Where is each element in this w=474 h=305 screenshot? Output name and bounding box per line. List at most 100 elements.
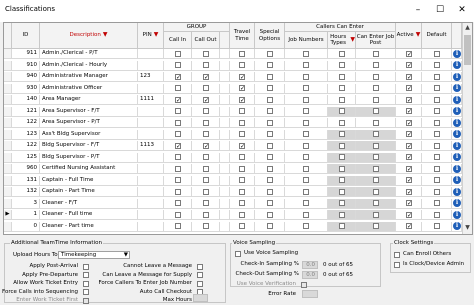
- row-checkbox[interactable]: [434, 154, 440, 160]
- row-checkbox[interactable]: [267, 142, 273, 149]
- row-checkbox[interactable]: ✓: [203, 142, 209, 149]
- cell-description[interactable]: Captain - Part Time: [40, 187, 138, 197]
- row-checkbox[interactable]: [373, 200, 379, 206]
- cell-description[interactable]: Cleaner - F/T: [40, 198, 138, 209]
- info-icon[interactable]: i: [453, 72, 461, 81]
- row-selector[interactable]: [4, 118, 12, 128]
- row-checkbox[interactable]: ✓: [406, 96, 412, 103]
- scroll-thumb[interactable]: [464, 35, 471, 65]
- row-selector[interactable]: [4, 152, 12, 163]
- cell-pin[interactable]: [138, 106, 164, 117]
- table-row[interactable]: 123 Ass't Bldg Supervisor ✓ i: [4, 129, 462, 140]
- row-checkbox[interactable]: [203, 62, 209, 68]
- error-rate-input[interactable]: [302, 290, 318, 298]
- row-checkbox[interactable]: ✓: [406, 73, 412, 80]
- info-icon[interactable]: i: [453, 210, 461, 219]
- info-icon[interactable]: i: [453, 61, 461, 69]
- row-checkbox[interactable]: [267, 73, 273, 80]
- table-row[interactable]: 911 Admin./Clerical - P/T ✓ i: [4, 49, 462, 59]
- row-checkbox[interactable]: [203, 165, 209, 172]
- table-row[interactable]: 3 Cleaner - F/T ✓ i: [4, 198, 462, 209]
- row-checkbox[interactable]: [175, 188, 181, 195]
- row-checkbox[interactable]: [267, 200, 273, 206]
- row-checkbox[interactable]: [339, 177, 345, 183]
- row-checkbox[interactable]: [373, 108, 379, 114]
- cell-pin[interactable]: [138, 175, 164, 186]
- filter-icon[interactable]: ▼: [103, 32, 108, 39]
- row-checkbox[interactable]: [339, 188, 345, 195]
- table-row[interactable]: 930 Administrative Officer ✓ ✓ i: [4, 83, 462, 94]
- row-checkbox[interactable]: [303, 119, 309, 126]
- cell-id[interactable]: 125: [12, 152, 40, 163]
- checkout-sampling-input[interactable]: 0.0: [302, 271, 318, 279]
- row-checkbox[interactable]: [434, 131, 440, 137]
- cell-pin[interactable]: [138, 152, 164, 163]
- row-selector[interactable]: [4, 49, 12, 59]
- row-checkbox[interactable]: [267, 188, 273, 195]
- info-icon[interactable]: i: [453, 164, 461, 173]
- cell-pin[interactable]: [138, 83, 164, 94]
- col-id[interactable]: ID: [12, 23, 40, 49]
- row-selector[interactable]: [4, 175, 12, 186]
- table-row[interactable]: 960 Certified Nursing Assistant ✓ i: [4, 164, 462, 174]
- row-checkbox[interactable]: [373, 119, 379, 126]
- row-checkbox[interactable]: [373, 142, 379, 149]
- cell-description[interactable]: Cleaner - Part time: [40, 221, 138, 232]
- row-checkbox[interactable]: [203, 119, 209, 126]
- col-description[interactable]: Description ▼: [40, 23, 138, 49]
- row-checkbox[interactable]: [434, 50, 440, 57]
- right-option-checkbox[interactable]: [197, 280, 203, 287]
- row-checkbox[interactable]: [239, 62, 245, 68]
- row-checkbox[interactable]: [339, 108, 345, 114]
- table-row[interactable]: 125 Bldg Supervisor - P/T ✓ i: [4, 152, 462, 163]
- row-checkbox[interactable]: [373, 85, 379, 91]
- row-checkbox[interactable]: [267, 96, 273, 103]
- row-checkbox[interactable]: ✓: [406, 131, 412, 138]
- row-checkbox[interactable]: [175, 200, 181, 206]
- row-checkbox[interactable]: [373, 50, 379, 57]
- row-checkbox[interactable]: [339, 50, 345, 57]
- cell-pin[interactable]: [138, 210, 164, 220]
- left-option-checkbox[interactable]: [83, 263, 89, 270]
- max-hours-input[interactable]: [193, 294, 208, 302]
- row-checkbox[interactable]: [203, 211, 209, 218]
- row-checkbox[interactable]: [434, 165, 440, 172]
- row-checkbox[interactable]: [339, 62, 345, 68]
- info-icon[interactable]: i: [453, 187, 461, 196]
- row-checkbox[interactable]: ✓: [175, 142, 181, 149]
- table-row[interactable]: 910 Admin./Clerical - Hourly ✓ i: [4, 60, 462, 71]
- row-checkbox[interactable]: ✓: [203, 73, 209, 80]
- left-option-checkbox[interactable]: [83, 297, 89, 304]
- cell-id[interactable]: 140: [12, 95, 40, 105]
- row-checkbox[interactable]: [339, 223, 345, 229]
- row-checkbox[interactable]: [175, 62, 181, 68]
- vertical-scrollbar[interactable]: ▲ ▼: [462, 23, 472, 234]
- row-checkbox[interactable]: [239, 188, 245, 195]
- row-checkbox[interactable]: [434, 211, 440, 218]
- cell-id[interactable]: 930: [12, 83, 40, 94]
- row-checkbox[interactable]: [175, 85, 181, 91]
- row-checkbox[interactable]: [434, 62, 440, 68]
- cell-pin[interactable]: 123: [138, 72, 164, 82]
- cell-pin[interactable]: [138, 221, 164, 232]
- row-checkbox[interactable]: [267, 108, 273, 114]
- row-checkbox[interactable]: [303, 200, 309, 206]
- info-icon[interactable]: i: [453, 199, 461, 207]
- row-checkbox[interactable]: [434, 177, 440, 183]
- row-checkbox[interactable]: [434, 108, 440, 114]
- row-checkbox[interactable]: ✓: [406, 211, 412, 218]
- col-hours-types[interactable]: Hours Types ▼: [328, 32, 356, 49]
- chevron-down-icon[interactable]: ▼: [124, 252, 128, 258]
- row-checkbox[interactable]: [303, 131, 309, 137]
- left-option-checkbox[interactable]: [83, 289, 89, 295]
- row-checkbox[interactable]: [373, 73, 379, 80]
- row-checkbox[interactable]: ✓: [406, 200, 412, 207]
- row-checkbox[interactable]: [339, 96, 345, 103]
- row-checkbox[interactable]: [267, 223, 273, 229]
- cell-id[interactable]: 3: [12, 198, 40, 209]
- row-checkbox[interactable]: [175, 119, 181, 126]
- filter-icon[interactable]: ▼: [350, 36, 355, 44]
- row-checkbox[interactable]: [267, 165, 273, 172]
- row-checkbox[interactable]: [203, 200, 209, 206]
- row-checkbox[interactable]: ✓: [406, 154, 412, 161]
